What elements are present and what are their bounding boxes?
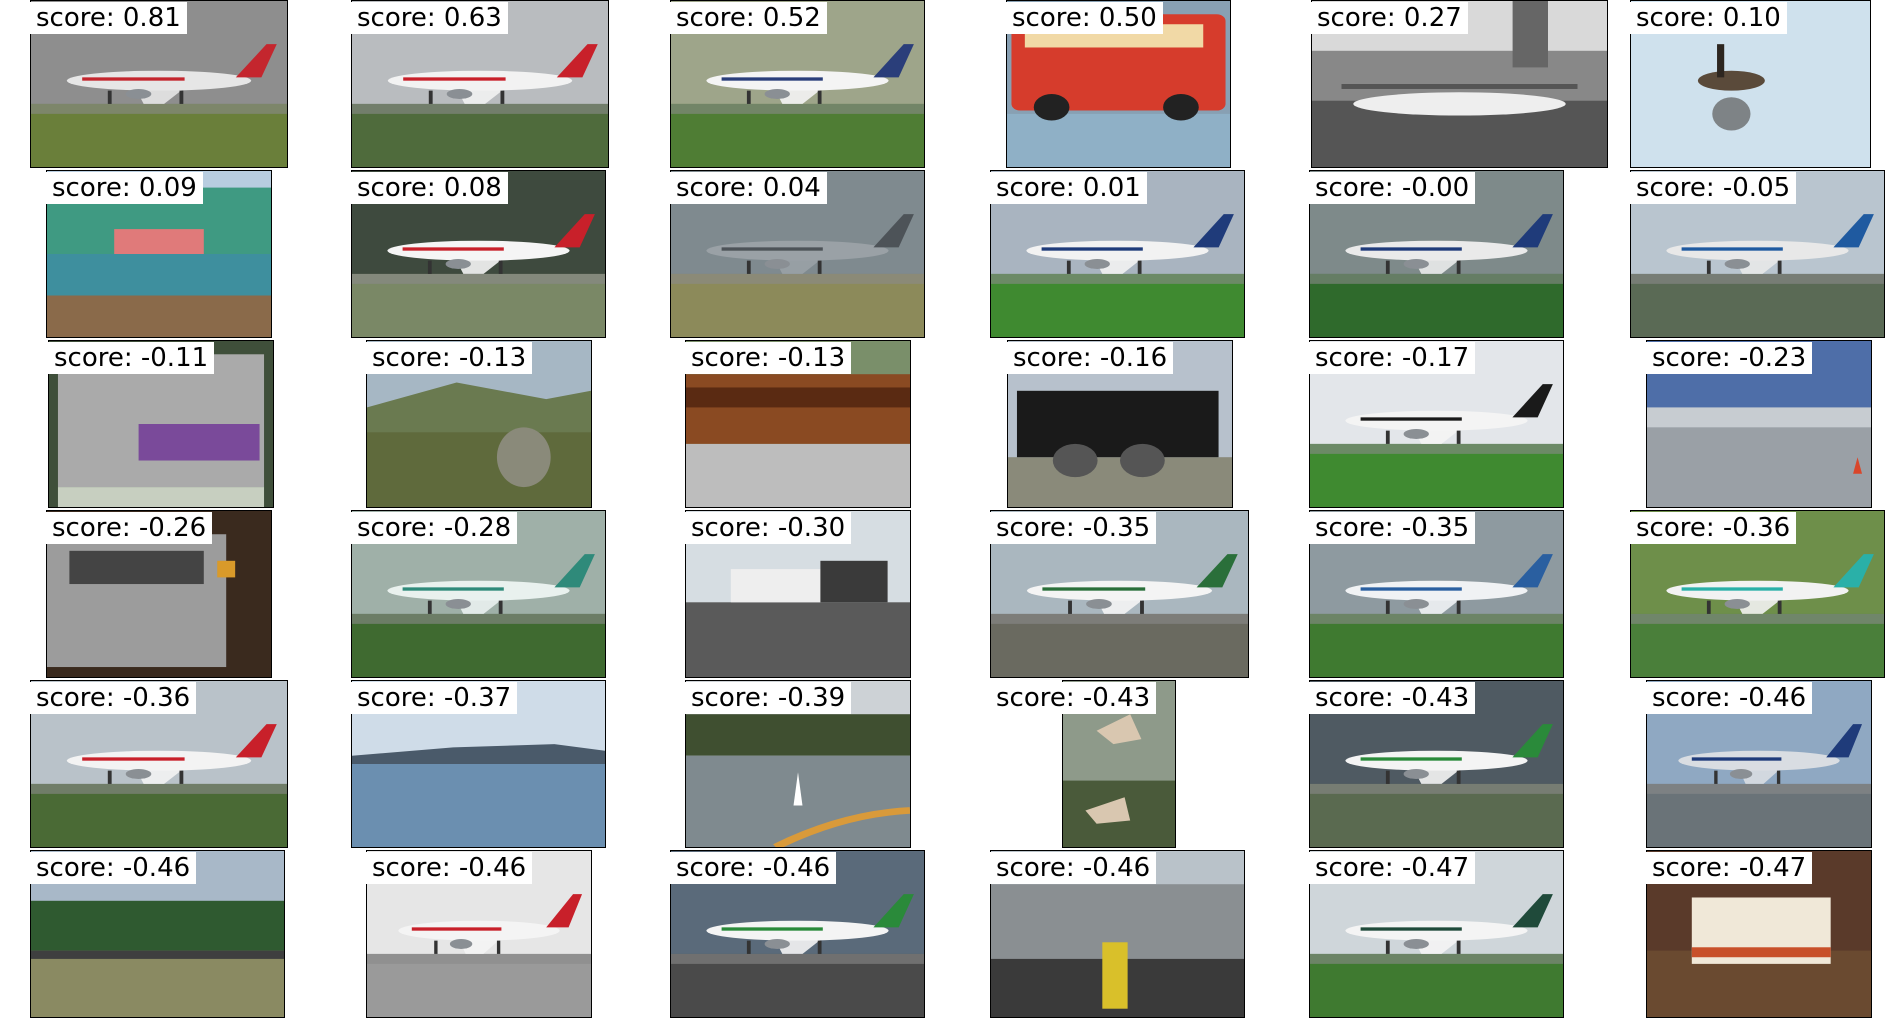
grid-cell: score: -0.35 <box>990 510 1250 678</box>
grid-cell: score: 0.50 <box>990 0 1250 168</box>
grid-cell: score: -0.39 <box>670 680 930 848</box>
grid-cell: score: -0.47 <box>1309 850 1569 1018</box>
score-label: score: -0.46 <box>366 852 533 884</box>
grid-cell: score: -0.43 <box>990 680 1250 848</box>
grid-cell: score: 0.09 <box>30 170 290 338</box>
grid-cell: score: -0.16 <box>990 340 1250 508</box>
grid-cell: score: -0.46 <box>990 850 1250 1018</box>
grid-cell: score: 0.04 <box>670 170 930 338</box>
grid-cell: score: -0.46 <box>351 850 611 1018</box>
score-label: score: 0.01 <box>990 172 1147 204</box>
score-label: score: 0.27 <box>1311 2 1468 34</box>
grid-cell: score: 0.63 <box>351 0 611 168</box>
score-label: score: -0.30 <box>685 512 852 544</box>
score-label: score: 0.63 <box>351 2 508 34</box>
grid-cell: score: 0.08 <box>351 170 611 338</box>
score-label: score: -0.37 <box>351 682 518 714</box>
grid-cell: score: -0.13 <box>351 340 611 508</box>
score-label: score: -0.46 <box>1646 682 1813 714</box>
grid-cell: score: -0.26 <box>30 510 290 678</box>
score-label: score: 0.52 <box>670 2 827 34</box>
score-label: score: -0.35 <box>990 512 1157 544</box>
grid-cell: score: -0.00 <box>1309 170 1569 338</box>
score-label: score: -0.05 <box>1630 172 1797 204</box>
grid-cell: score: 0.10 <box>1630 0 1890 168</box>
score-label: score: -0.47 <box>1309 852 1476 884</box>
score-label: score: -0.39 <box>685 682 852 714</box>
score-label: score: -0.47 <box>1646 852 1813 884</box>
image-grid: score: 0.81 score: 0.63 score: 0.52 scor… <box>0 0 1891 1018</box>
grid-cell: score: -0.05 <box>1630 170 1890 338</box>
grid-cell: score: -0.46 <box>30 850 290 1018</box>
score-label: score: -0.11 <box>48 342 215 374</box>
score-label: score: -0.46 <box>670 852 837 884</box>
score-label: score: 0.50 <box>1006 2 1163 34</box>
score-label: score: 0.81 <box>30 2 187 34</box>
grid-cell: score: 0.52 <box>670 0 930 168</box>
score-label: score: -0.28 <box>351 512 518 544</box>
grid-cell: score: -0.28 <box>351 510 611 678</box>
score-label: score: 0.09 <box>46 172 203 204</box>
score-label: score: -0.36 <box>1630 512 1797 544</box>
score-label: score: -0.13 <box>685 342 852 374</box>
score-label: score: -0.35 <box>1309 512 1476 544</box>
score-label: score: -0.17 <box>1309 342 1476 374</box>
score-label: score: -0.43 <box>1309 682 1476 714</box>
grid-cell: score: 0.27 <box>1309 0 1608 168</box>
grid-cell: score: -0.17 <box>1309 340 1569 508</box>
score-label: score: -0.16 <box>1007 342 1174 374</box>
grid-cell: score: -0.36 <box>30 680 290 848</box>
grid-cell: score: -0.43 <box>1309 680 1569 848</box>
score-label: score: 0.10 <box>1630 2 1787 34</box>
score-label: score: -0.26 <box>46 512 213 544</box>
grid-cell: score: -0.23 <box>1630 340 1890 508</box>
grid-cell: score: -0.35 <box>1309 510 1569 678</box>
score-label: score: 0.08 <box>351 172 508 204</box>
score-label: score: -0.46 <box>30 852 197 884</box>
score-label: score: -0.13 <box>366 342 533 374</box>
grid-cell: score: 0.01 <box>990 170 1250 338</box>
grid-cell: score: -0.13 <box>670 340 930 508</box>
grid-cell: score: -0.11 <box>30 340 290 508</box>
score-label: score: -0.36 <box>30 682 197 714</box>
grid-cell: score: -0.30 <box>670 510 930 678</box>
grid-cell: score: -0.36 <box>1630 510 1890 678</box>
score-label: score: -0.46 <box>990 852 1157 884</box>
grid-cell: score: -0.37 <box>351 680 611 848</box>
score-label: score: -0.00 <box>1309 172 1476 204</box>
grid-cell: score: -0.47 <box>1630 850 1890 1018</box>
score-label: score: 0.04 <box>670 172 827 204</box>
grid-cell: score: -0.46 <box>670 850 930 1018</box>
grid-cell: score: -0.46 <box>1630 680 1890 848</box>
score-label: score: -0.43 <box>990 682 1157 714</box>
grid-cell: score: 0.81 <box>30 0 290 168</box>
score-label: score: -0.23 <box>1646 342 1813 374</box>
